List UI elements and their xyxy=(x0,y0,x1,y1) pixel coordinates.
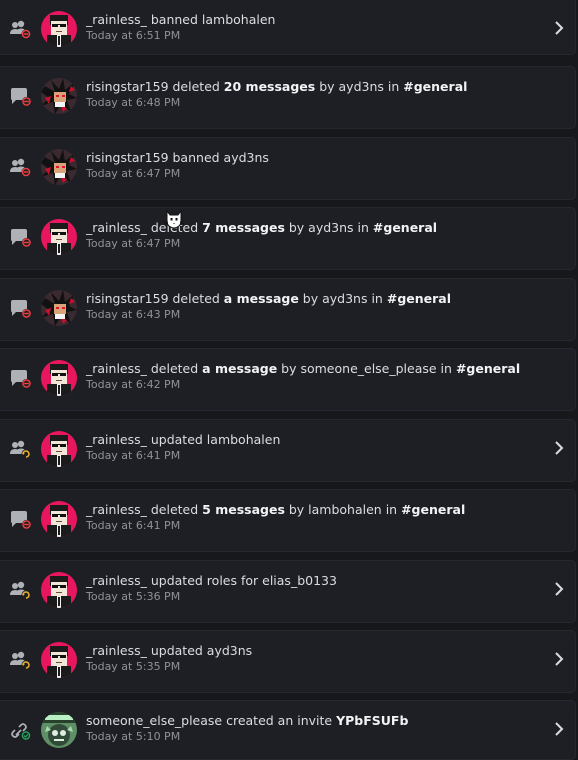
entry-highlight: #general xyxy=(455,361,521,376)
entry-text: risingstar159 deleted xyxy=(86,291,224,306)
entry-description: _rainless_ banned lambohalen xyxy=(86,12,535,28)
entry-text: _rainless_ deleted xyxy=(86,361,203,376)
entry-highlight: #general xyxy=(401,502,466,517)
entry-text: risingstar159 banned ayd3ns xyxy=(86,150,269,165)
avatar[interactable] xyxy=(41,501,77,537)
audit-log-list: _rainless_ banned lambohalen Today at 6:5… xyxy=(0,0,578,760)
audit-log-entry[interactable]: _rainless_ banned lambohalen Today at 6:5… xyxy=(0,0,576,55)
message-delete-icon xyxy=(10,299,32,319)
audit-log-entry: risingstar159 banned ayd3ns Today at 6:47… xyxy=(0,137,576,200)
message-delete-icon xyxy=(10,228,32,248)
invite-create-icon xyxy=(10,721,32,741)
entry-text: _rainless_ updated lambohalen xyxy=(86,432,281,447)
entry-highlight: #general xyxy=(386,291,452,306)
entry-text: _rainless_ deleted xyxy=(86,220,203,235)
audit-log-entry: risingstar159 deleted 20 messages by ayd… xyxy=(0,66,576,129)
entry-timestamp: Today at 6:47 PM xyxy=(86,237,181,250)
member-ban-icon xyxy=(10,158,32,178)
entry-description: someone_else_please created an invite YP… xyxy=(86,713,535,729)
member-update-icon xyxy=(10,440,32,460)
entry-description: risingstar159 deleted 20 messages by ayd… xyxy=(86,79,535,95)
entry-text: by someone_else_please in xyxy=(277,361,456,376)
entry-timestamp: Today at 6:51 PM xyxy=(86,29,181,42)
entry-description: _rainless_ deleted 5 messages by lamboha… xyxy=(86,502,535,518)
audit-log-entry[interactable]: _rainless_ updated lambohalen Today at 6:… xyxy=(0,419,576,482)
entry-highlight: 5 messages xyxy=(202,502,285,517)
member-update-icon xyxy=(10,651,32,671)
audit-log-entry: _rainless_ deleted 5 messages by lamboha… xyxy=(0,489,576,552)
avatar[interactable] xyxy=(41,149,77,185)
entry-description: _rainless_ updated lambohalen xyxy=(86,432,535,448)
avatar[interactable] xyxy=(41,431,77,467)
message-delete-icon xyxy=(10,510,32,530)
entry-timestamp: Today at 6:48 PM xyxy=(86,96,181,109)
member-ban-icon xyxy=(10,20,32,40)
avatar[interactable] xyxy=(41,360,77,396)
entry-text: by ayd3ns in xyxy=(298,291,387,306)
entry-highlight: a message xyxy=(223,291,299,306)
avatar[interactable] xyxy=(41,219,77,255)
entry-text: _rainless_ banned lambohalen xyxy=(86,12,276,27)
chevron-right-icon[interactable] xyxy=(552,20,566,36)
entry-text: by ayd3ns in xyxy=(315,79,404,94)
audit-log-entry: _rainless_ deleted 7 messages by ayd3ns … xyxy=(0,207,576,270)
entry-text: _rainless_ updated roles for elias_b0133 xyxy=(86,573,337,588)
entry-timestamp: Today at 6:42 PM xyxy=(86,378,181,391)
audit-log-entry: risingstar159 deleted a message by ayd3n… xyxy=(0,278,576,341)
entry-description: _rainless_ updated ayd3ns xyxy=(86,643,535,659)
avatar[interactable] xyxy=(41,78,77,114)
entry-text: someone_else_please created an invite xyxy=(86,713,337,728)
entry-timestamp: Today at 5:35 PM xyxy=(86,660,181,673)
avatar[interactable] xyxy=(41,572,77,608)
entry-highlight: 7 messages xyxy=(202,220,285,235)
entry-timestamp: Today at 6:41 PM xyxy=(86,449,181,462)
audit-log-entry[interactable]: _rainless_ updated ayd3ns Today at 5:35 P… xyxy=(0,630,576,693)
entry-timestamp: Today at 6:41 PM xyxy=(86,519,181,532)
entry-highlight: #general xyxy=(403,79,468,94)
entry-text: _rainless_ updated ayd3ns xyxy=(86,643,253,658)
audit-log-entry: _rainless_ deleted a message by someone_… xyxy=(0,348,576,411)
entry-description: risingstar159 banned ayd3ns xyxy=(86,150,535,166)
entry-highlight: #general xyxy=(372,220,438,235)
entry-timestamp: Today at 6:47 PM xyxy=(86,167,181,180)
chevron-right-icon[interactable] xyxy=(552,440,566,456)
chevron-right-icon[interactable] xyxy=(552,651,566,667)
avatar[interactable] xyxy=(41,11,77,47)
entry-highlight: a message xyxy=(202,361,278,376)
message-delete-icon xyxy=(10,87,32,107)
entry-timestamp: Today at 5:10 PM xyxy=(86,730,181,743)
avatar[interactable] xyxy=(41,712,77,748)
entry-description: _rainless_ deleted a message by someone_… xyxy=(86,361,535,377)
entry-text: by ayd3ns in xyxy=(284,220,373,235)
cat-cursor-icon xyxy=(164,209,184,229)
chevron-right-icon[interactable] xyxy=(552,581,566,597)
entry-description: _rainless_ updated roles for elias_b0133 xyxy=(86,573,535,589)
message-delete-icon xyxy=(10,369,32,389)
entry-description: _rainless_ deleted 7 messages by ayd3ns … xyxy=(86,220,535,236)
avatar[interactable] xyxy=(41,290,77,326)
avatar[interactable] xyxy=(41,642,77,678)
member-update-icon xyxy=(10,581,32,601)
entry-text: _rainless_ deleted xyxy=(86,502,203,517)
entry-text: risingstar159 deleted xyxy=(86,79,224,94)
entry-timestamp: Today at 5:36 PM xyxy=(86,590,181,603)
audit-log-entry[interactable]: someone_else_please created an invite YP… xyxy=(0,700,576,760)
entry-text: by lambohalen in xyxy=(284,502,402,517)
entry-highlight: YPbFSUFb xyxy=(336,713,409,728)
entry-highlight: 20 messages xyxy=(223,79,316,94)
entry-description: risingstar159 deleted a message by ayd3n… xyxy=(86,291,535,307)
audit-log-entry[interactable]: _rainless_ updated roles for elias_b0133… xyxy=(0,560,576,623)
entry-timestamp: Today at 6:43 PM xyxy=(86,308,181,321)
chevron-right-icon[interactable] xyxy=(552,721,566,737)
